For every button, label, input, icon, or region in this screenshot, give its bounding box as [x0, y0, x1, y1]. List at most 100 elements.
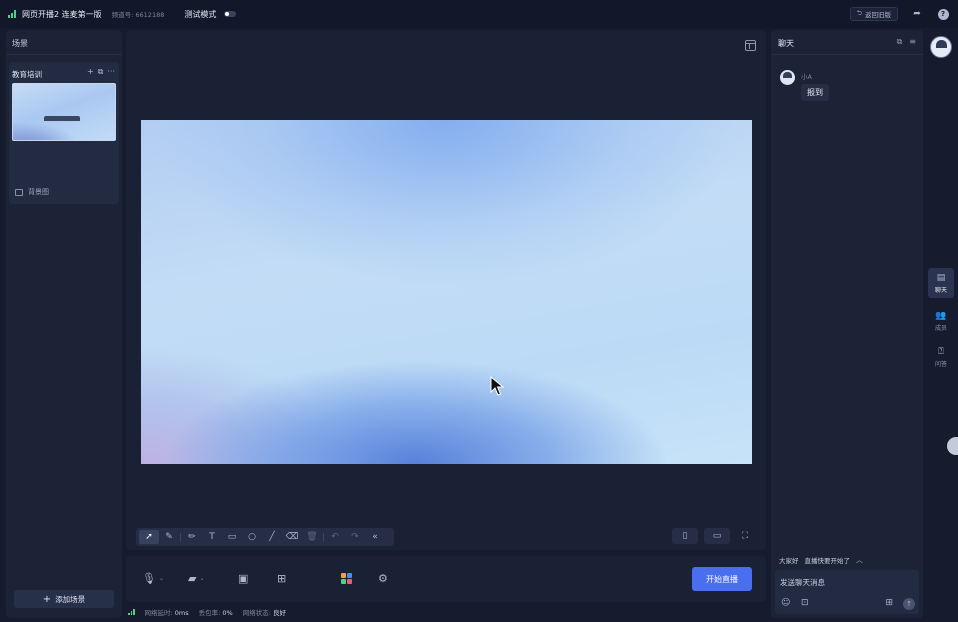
scene-thumbnail[interactable]	[12, 83, 116, 141]
rail-item-chat[interactable]: ▤ 聊天	[928, 268, 954, 298]
divider	[180, 532, 181, 542]
screen-share-icon: ▣	[238, 572, 249, 585]
eraser-icon[interactable]: ⌫	[282, 530, 302, 544]
microphone-button[interactable]: 🎙 ⌄	[142, 572, 164, 585]
background-label: 背景图	[28, 188, 49, 196]
divider	[323, 532, 324, 542]
settings-button[interactable]: ⚙	[378, 572, 388, 585]
chevron-down-icon: ⌄	[199, 575, 205, 582]
popout-icon[interactable]: ⧉	[897, 37, 903, 47]
return-label: 返回旧版	[865, 11, 891, 19]
latency-label: 网络延时:	[144, 609, 173, 617]
control-bar: 🎙 ⌄ ▰ ⌄ ▣ ⊞ ⚙ 开始直播	[126, 556, 766, 602]
add-icon[interactable]: +	[87, 67, 94, 77]
more-icon[interactable]: ···	[107, 67, 115, 77]
state-label: 网络状态:	[242, 609, 271, 617]
quick-reply[interactable]: 大家好	[779, 555, 799, 565]
message-bubble: 报到	[801, 84, 829, 101]
chevron-up-icon[interactable]: ︿	[856, 555, 863, 565]
top-bar: 网页开播2 连麦第一版 频道号: 6612188 测试模式 ⮌ 返回旧版 ➦ ?	[0, 0, 958, 28]
image-icon[interactable]: ⊡	[801, 598, 809, 608]
chat-input[interactable]: 发送聊天消息 ☺ ⊡ ⊞ ↑	[775, 570, 919, 614]
add-scene-button[interactable]: + 添加场景	[14, 590, 114, 608]
apps-icon[interactable]	[341, 573, 352, 584]
scene-panel: 场景 教育培训 + ⧉ ··· 背景图 + 添加场景	[6, 30, 122, 618]
signal-icon	[128, 609, 135, 615]
network-status: 网络延时: 0ms 丢包率: 0% 网络状态: 良好	[128, 607, 286, 617]
channel-number: 频道号: 6612188	[111, 11, 165, 19]
scene-panel-title: 场景	[12, 39, 28, 48]
quick-reply[interactable]: 直播快要开始了	[805, 555, 851, 565]
trash-icon[interactable]: 🗑	[302, 530, 322, 544]
collapse-icon[interactable]: «	[365, 530, 385, 544]
message-user: 小A	[801, 73, 812, 81]
divider	[6, 54, 122, 55]
send-button[interactable]: ↑	[903, 598, 915, 610]
select-tool-icon[interactable]: ➚	[139, 530, 159, 544]
test-mode-toggle[interactable]	[224, 11, 237, 17]
emoji-icon[interactable]: ☺	[781, 598, 790, 608]
page-title: 网页开播2 连麦第一版	[22, 9, 102, 19]
avatar[interactable]	[930, 36, 952, 58]
rail-item-qa[interactable]: ⍰ 问答	[928, 342, 954, 372]
edit-tool-icon[interactable]: ✎	[159, 530, 179, 544]
menu-icon[interactable]: ≡	[909, 37, 916, 47]
drawing-toolbar: ➚ ✎ ✏ T ▭ ○ ╱ ⌫ 🗑 ↶ ↷ «	[136, 528, 394, 546]
camera-button[interactable]: ▰ ⌄	[188, 572, 205, 585]
plus-icon: +	[42, 593, 52, 605]
latency-value: 0ms	[174, 609, 189, 617]
divider	[771, 54, 923, 55]
scene-name: 教育培训	[12, 70, 42, 79]
side-handle[interactable]	[947, 437, 958, 455]
landscape-view-icon[interactable]: ▭	[704, 528, 730, 544]
portrait-view-icon[interactable]: ▯	[672, 528, 698, 544]
members-icon: 👥	[935, 310, 947, 321]
live-canvas[interactable]	[141, 120, 752, 464]
thumbnail-handle	[44, 116, 80, 121]
rail-item-label: 问答	[934, 360, 947, 368]
add-scene-label: 添加场景	[55, 594, 86, 604]
stage-area: ➚ ✎ ✏ T ▭ ○ ╱ ⌫ 🗑 ↶ ↷ « ▯ ▭ ⛶	[126, 30, 766, 550]
grid-icon[interactable]: ⊞	[885, 598, 893, 608]
chat-panel: 聊天 ⧉ ≡ 小A 报到 大家好 直播快要开始了 ︿ 发送聊天消息 ☺ ⊡ ⊞ …	[771, 30, 923, 618]
qa-icon: ⍰	[938, 346, 944, 357]
pencil-icon[interactable]: ✏	[182, 530, 202, 544]
background-layer-row[interactable]: 背景图	[15, 187, 49, 197]
screen-share-button[interactable]: ▣	[238, 572, 248, 585]
help-icon: ?	[937, 8, 949, 20]
undo-icon[interactable]: ↶	[325, 530, 345, 544]
return-icon: ⮌	[856, 8, 862, 17]
fullscreen-icon[interactable]: ⛶	[736, 528, 754, 544]
line-icon[interactable]: ╱	[262, 530, 282, 544]
text-tool-icon[interactable]: T	[202, 530, 222, 544]
scene-card[interactable]: 教育培训 + ⧉ ··· 背景图	[9, 62, 119, 204]
help-button[interactable]: ?	[936, 7, 950, 21]
chat-input-placeholder: 发送聊天消息	[780, 578, 825, 587]
signal-icon	[8, 10, 16, 18]
right-rail: ▤ 聊天 👥 成员 ⍰ 问答	[925, 28, 958, 622]
redo-icon[interactable]: ↷	[345, 530, 365, 544]
layout-icon[interactable]	[745, 40, 756, 51]
add-media-icon: ⊞	[277, 572, 287, 585]
test-mode-label: 测试模式	[184, 9, 217, 19]
rectangle-icon[interactable]: ▭	[222, 530, 242, 544]
rail-item-label: 聊天	[934, 286, 947, 294]
avatar	[780, 70, 795, 85]
start-live-button[interactable]: 开始直播	[692, 567, 752, 591]
microphone-icon: 🎙	[142, 572, 156, 585]
gear-icon: ⚙	[378, 572, 388, 585]
state-value: 良好	[273, 609, 287, 617]
loss-label: 丢包率:	[198, 609, 221, 617]
view-tools: ▯ ▭ ⛶	[672, 528, 754, 544]
quick-replies: 大家好 直播快要开始了 ︿	[779, 555, 863, 565]
circle-icon[interactable]: ○	[242, 530, 262, 544]
chevron-down-icon: ⌄	[158, 575, 164, 582]
share-icon[interactable]: ➦	[910, 7, 924, 21]
mouse-cursor-icon	[490, 376, 504, 396]
loss-value: 0%	[222, 609, 233, 617]
add-media-button[interactable]: ⊞	[277, 572, 286, 585]
rail-item-members[interactable]: 👥 成员	[928, 306, 954, 336]
copy-icon[interactable]: ⧉	[98, 67, 104, 77]
chat-icon: ▤	[936, 272, 946, 283]
return-old-version-button[interactable]: ⮌ 返回旧版	[849, 7, 898, 21]
